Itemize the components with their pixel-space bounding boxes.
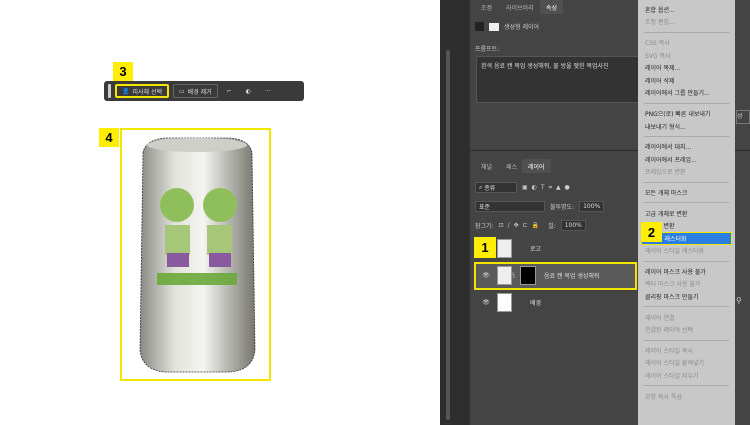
mask-icon: [489, 22, 499, 31]
menu-item: CSS 복사: [645, 39, 670, 47]
menu-item: 프레임으로 변환: [645, 169, 686, 177]
menu-separator: [644, 385, 729, 387]
opacity-label: 불투명도:: [550, 204, 575, 211]
menu-item[interactable]: PNG으(로) 빠른 내보내기: [638, 107, 735, 120]
badge-4: 4: [99, 128, 119, 147]
layer-thumbnail: [497, 239, 512, 258]
menu-item: 레이어 스타일 지우기: [645, 373, 699, 381]
panel-dock-strip: [440, 0, 470, 425]
image-icon: ▭: [179, 87, 185, 95]
menu-item: 모양 복사 특성: [645, 393, 682, 401]
tab-channels[interactable]: 채널: [475, 159, 498, 173]
menu-separator: [644, 135, 729, 137]
menu-separator: [644, 260, 729, 262]
prompt-label: 프롬프트:: [475, 46, 500, 53]
select-subject-label: 피사체 선택: [132, 88, 162, 96]
menu-item: 레이어 연결: [645, 314, 675, 322]
layer-type-label: 생성형 레이어: [504, 24, 540, 31]
badge-3: 3: [113, 62, 133, 81]
layer-thumbnail: [497, 293, 512, 312]
context-menu: 혼합 옵션... 조정 편집... CSS 복사 SVG 복사 레이어 복제... 레이어…: [638, 0, 735, 425]
menu-item: 벡터 마스크 사용 불가: [645, 281, 701, 289]
menu-item[interactable]: 레이어에서 대지...: [638, 140, 735, 153]
select-subject-button[interactable]: 👤 피사체 선택: [115, 84, 169, 98]
filter-select[interactable]: ⌕ 종류: [475, 182, 517, 193]
menu-item[interactable]: 레이어에서 프레임...: [638, 153, 735, 166]
remove-background-label: 배경 제거: [187, 88, 212, 96]
menu-item: 레이어 스타일 래스터화: [645, 248, 705, 256]
person-icon: 👤: [122, 87, 130, 95]
prompt-textarea[interactable]: 흰색 음료 캔 목업 생성해줘, 물 방울 맺힌 목업사진: [476, 56, 641, 103]
menu-separator: [644, 306, 729, 308]
menu-item[interactable]: 내보내기 형식...: [638, 120, 735, 133]
generate-button[interactable]: 성: [736, 110, 750, 124]
menu-item[interactable]: 레이어 복제...: [638, 61, 735, 74]
layer-name: 배경: [530, 300, 542, 307]
tab-properties[interactable]: 속성: [540, 0, 564, 14]
contextual-taskbar: 👤 피사체 선택 ▭ 배경 제거 ⌐ ◐ ···: [104, 81, 304, 101]
layer-row[interactable]: 로고: [475, 236, 635, 261]
menu-separator: [644, 202, 729, 204]
transform-icon: ⌐: [226, 87, 232, 95]
scrollbar[interactable]: [446, 50, 450, 420]
menu-separator: [644, 181, 729, 183]
layer-name: 로고: [530, 246, 542, 253]
more-icon: ···: [264, 87, 271, 95]
half-circle-icon: ◐: [245, 87, 251, 95]
menu-item: 조정 편집...: [645, 19, 675, 27]
menu-item[interactable]: 혼합 옵션...: [638, 3, 735, 16]
blend-mode-select[interactable]: 표준: [475, 201, 545, 212]
fill-label: 칠:: [548, 223, 556, 230]
lock-label: 잠그기:: [475, 223, 494, 230]
remove-background-button[interactable]: ▭ 배경 제거: [173, 84, 218, 98]
menu-item: 레이어 스타일 붙여넣기: [645, 360, 705, 368]
menu-item[interactable]: 레이어 삭제: [638, 74, 735, 87]
more-button[interactable]: ···: [260, 84, 276, 98]
menu-item[interactable]: 클리핑 마스크 만들기: [638, 290, 735, 303]
tab-adjustments[interactable]: 조정: [475, 0, 498, 14]
menu-separator: [644, 339, 729, 341]
opacity-input[interactable]: 100%: [579, 201, 605, 212]
lock-icons[interactable]: ⊡/✥⊏🔒: [499, 222, 544, 229]
menu-item[interactable]: 레이어 마스크 사용 불가: [638, 265, 735, 278]
fill-input[interactable]: 100%: [560, 220, 586, 231]
tab-layers[interactable]: 레이어: [522, 159, 551, 173]
menu-item: SVG 복사: [645, 52, 671, 60]
can-image: [139, 137, 256, 373]
tab-paths[interactable]: 패스: [500, 159, 523, 173]
taskbar-handle[interactable]: [108, 84, 111, 98]
filter-label: 종류: [484, 185, 496, 192]
generative-icon: [475, 22, 484, 31]
menu-item[interactable]: 고급 개체로 변환: [638, 207, 735, 220]
layer-highlight-box: [474, 262, 637, 290]
transform-button[interactable]: ⌐: [222, 84, 237, 98]
filter-icons[interactable]: ▣◐T⌗▲●: [522, 184, 574, 192]
menu-item[interactable]: 모든 개체 마스크: [638, 186, 735, 199]
layer-row[interactable]: 👁 배경: [475, 290, 635, 315]
menu-item: 레이어 스타일 복사: [645, 347, 693, 355]
badge-2: 2: [641, 222, 662, 242]
badge-1: 1: [474, 237, 496, 258]
eye-icon[interactable]: 👁: [475, 299, 497, 306]
tab-libraries[interactable]: 라이브러리: [500, 0, 540, 14]
menu-separator: [644, 102, 729, 104]
menu-item[interactable]: 레이어에서 그룹 만들기...: [638, 87, 735, 100]
adjust-button[interactable]: ◐: [241, 84, 256, 98]
menu-item: 연결된 레이어 선택: [645, 327, 693, 335]
lock-icon: ⚲: [736, 296, 742, 305]
menu-separator: [644, 31, 729, 33]
